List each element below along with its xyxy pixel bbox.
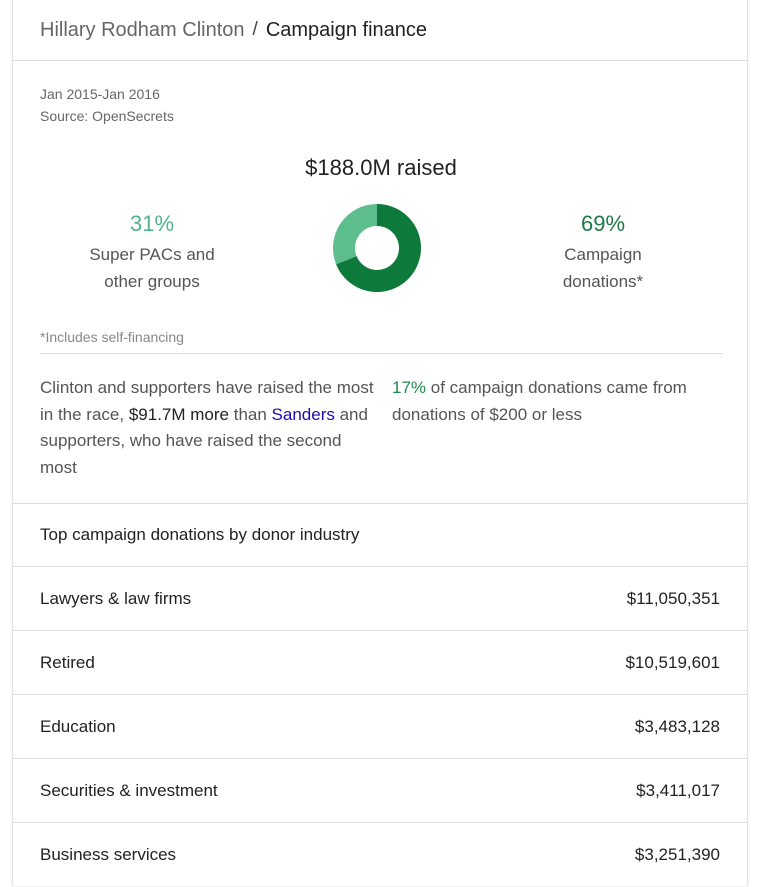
race-comparison-text: Clinton and supporters have raised the m… <box>40 375 380 481</box>
table-row[interactable]: Securities & investment $3,411,017 <box>13 759 747 823</box>
finance-summary-section: Jan 2015-Jan 2016 Source: OpenSecrets $1… <box>13 61 747 504</box>
industry-amount: $3,483,128 <box>634 716 720 736</box>
industry-amount: $3,251,390 <box>634 845 720 864</box>
super-pacs-percent: 31% <box>129 211 175 236</box>
industry-amount: $10,519,601 <box>625 652 720 672</box>
breadcrumb-candidate-link[interactable]: Hillary Rodham Clinton <box>40 19 245 42</box>
total-raised: $188.0M raised <box>305 155 457 180</box>
date-range: Jan 2015-Jan 2016 <box>40 86 160 102</box>
super-pacs-stat: 31% Super PACs and other groups <box>52 211 252 295</box>
meta-info: Jan 2015-Jan 2016 Source: OpenSecrets <box>40 83 174 127</box>
table-row[interactable]: Lawyers & law firms $11,050,351 <box>13 567 747 631</box>
campaign-donations-label-line1: Campaign <box>564 245 642 264</box>
divider <box>40 353 723 354</box>
small-donations-percent: 17% <box>392 378 427 397</box>
industry-section-title: Top campaign donations by donor industry <box>13 504 747 567</box>
industry-name: Education <box>40 716 116 736</box>
industry-name: Business services <box>40 845 177 864</box>
race-text-part2: than <box>229 404 272 424</box>
donut-slice-super-pacs <box>333 204 377 265</box>
super-pacs-label-line2: other groups <box>104 272 200 291</box>
table-row[interactable]: Business services $3,251,390 <box>13 823 747 887</box>
campaign-finance-card: Hillary Rodham Clinton / Campaign financ… <box>12 0 748 886</box>
amount-more-highlight: $91.7M more <box>128 404 229 424</box>
card-header: Hillary Rodham Clinton / Campaign financ… <box>13 0 747 61</box>
super-pacs-label-line1: Super PACs and <box>89 245 215 264</box>
source-text: Source: OpenSecrets <box>40 108 174 124</box>
page-title: Campaign finance <box>265 18 428 41</box>
table-row[interactable]: Education $3,483,128 <box>13 695 747 759</box>
donut-chart <box>333 204 421 292</box>
campaign-donations-label: Campaign donations* <box>503 241 703 295</box>
industry-name: Retired <box>40 652 95 672</box>
breadcrumb-separator: / <box>252 19 258 40</box>
small-donations-text: 17% of campaign donations came from dona… <box>392 375 732 428</box>
super-pacs-label: Super PACs and other groups <box>52 241 252 295</box>
sanders-link[interactable]: Sanders <box>272 405 335 424</box>
industry-amount: $11,050,351 <box>626 588 720 608</box>
industry-name: Securities & investment <box>40 780 218 800</box>
footnote: *Includes self-financing <box>40 329 184 345</box>
industry-name: Lawyers & law firms <box>40 588 192 608</box>
industry-table: Lawyers & law firms $11,050,351 Retired $10… <box>13 567 747 887</box>
industry-amount: $3,411,017 <box>636 780 720 800</box>
campaign-donations-label-line2: donations* <box>562 272 644 291</box>
small-donations-description: of campaign donations came from donation… <box>392 378 687 424</box>
campaign-donations-stat: 69% Campaign donations* <box>503 211 703 295</box>
campaign-donations-percent: 69% <box>580 211 626 236</box>
table-row[interactable]: Retired $10,519,601 <box>13 631 747 695</box>
